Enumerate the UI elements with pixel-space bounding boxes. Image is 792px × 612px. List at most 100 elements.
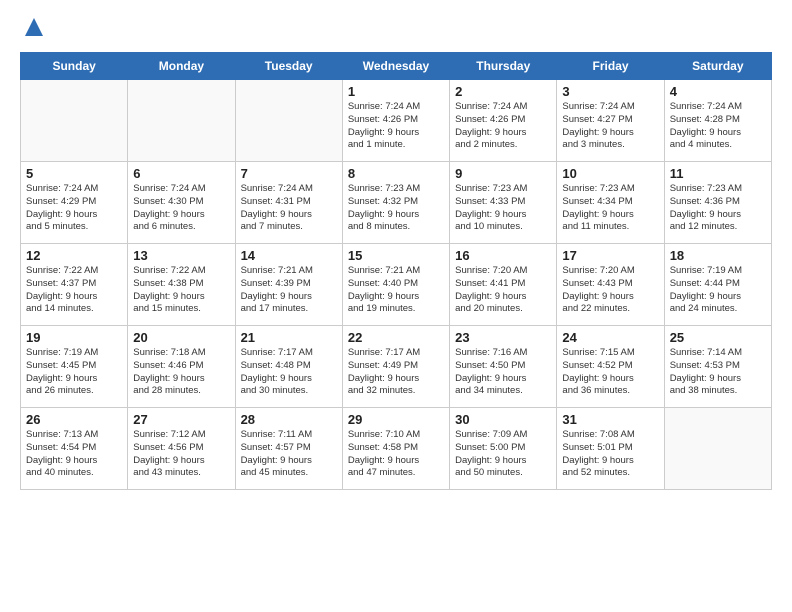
day-number: 5 [26, 166, 122, 181]
day-number: 26 [26, 412, 122, 427]
day-info: Sunrise: 7:09 AM Sunset: 5:00 PM Dayligh… [455, 429, 551, 480]
day-number: 4 [670, 84, 766, 99]
calendar-cell: 14 Sunrise: 7:21 AM Sunset: 4:39 PM Dayli… [235, 244, 342, 326]
day-info: Sunrise: 7:23 AM Sunset: 4:34 PM Dayligh… [562, 183, 658, 234]
day-info: Sunrise: 7:15 AM Sunset: 4:52 PM Dayligh… [562, 347, 658, 398]
day-number: 1 [348, 84, 444, 99]
calendar-cell [664, 408, 771, 490]
day-number: 25 [670, 330, 766, 345]
day-info: Sunrise: 7:24 AM Sunset: 4:26 PM Dayligh… [455, 101, 551, 152]
day-number: 16 [455, 248, 551, 263]
col-friday: Friday [557, 53, 664, 80]
calendar-cell: 4 Sunrise: 7:24 AM Sunset: 4:28 PM Daylig… [664, 80, 771, 162]
page: Sunday Monday Tuesday Wednesday Thursday… [0, 0, 792, 612]
calendar-cell: 7Sunrise: 7:24 AM Sunset: 4:31 PM Daylig… [235, 162, 342, 244]
day-info: Sunrise: 7:24 AM Sunset: 4:29 PM Dayligh… [26, 183, 122, 234]
calendar-cell: 24 Sunrise: 7:15 AM Sunset: 4:52 PM Dayli… [557, 326, 664, 408]
day-info: Sunrise: 7:11 AM Sunset: 4:57 PM Dayligh… [241, 429, 337, 480]
calendar-cell: 11 Sunrise: 7:23 AM Sunset: 4:36 PM Dayli… [664, 162, 771, 244]
logo [20, 16, 45, 40]
day-number: 2 [455, 84, 551, 99]
calendar-cell: 9Sunrise: 7:23 AM Sunset: 4:33 PM Daylig… [450, 162, 557, 244]
calendar-cell: 1 Sunrise: 7:24 AM Sunset: 4:26 PM Daylig… [342, 80, 449, 162]
col-thursday: Thursday [450, 53, 557, 80]
day-info: Sunrise: 7:24 AM Sunset: 4:26 PM Dayligh… [348, 101, 444, 152]
day-number: 10 [562, 166, 658, 181]
day-info: Sunrise: 7:23 AM Sunset: 4:32 PM Dayligh… [348, 183, 444, 234]
day-number: 15 [348, 248, 444, 263]
day-info: Sunrise: 7:21 AM Sunset: 4:40 PM Dayligh… [348, 265, 444, 316]
calendar-cell: 19 Sunrise: 7:19 AM Sunset: 4:45 PM Dayli… [21, 326, 128, 408]
calendar-table: Sunday Monday Tuesday Wednesday Thursday… [20, 52, 772, 490]
day-info: Sunrise: 7:24 AM Sunset: 4:27 PM Dayligh… [562, 101, 658, 152]
calendar-week-3: 12 Sunrise: 7:22 AM Sunset: 4:37 PM Dayli… [21, 244, 772, 326]
day-info: Sunrise: 7:22 AM Sunset: 4:38 PM Dayligh… [133, 265, 229, 316]
calendar-cell: 27 Sunrise: 7:12 AM Sunset: 4:56 PM Dayli… [128, 408, 235, 490]
calendar-cell: 22Sunrise: 7:17 AM Sunset: 4:49 PM Dayli… [342, 326, 449, 408]
calendar-week-4: 19 Sunrise: 7:19 AM Sunset: 4:45 PM Dayli… [21, 326, 772, 408]
col-saturday: Saturday [664, 53, 771, 80]
day-info: Sunrise: 7:13 AM Sunset: 4:54 PM Dayligh… [26, 429, 122, 480]
day-info: Sunrise: 7:14 AM Sunset: 4:53 PM Dayligh… [670, 347, 766, 398]
calendar-cell: 31 Sunrise: 7:08 AM Sunset: 5:01 PM Dayli… [557, 408, 664, 490]
logo-triangle-icon [23, 16, 45, 38]
day-number: 27 [133, 412, 229, 427]
calendar-cell: 21Sunrise: 7:17 AM Sunset: 4:48 PM Dayli… [235, 326, 342, 408]
day-number: 20 [133, 330, 229, 345]
day-info: Sunrise: 7:23 AM Sunset: 4:36 PM Dayligh… [670, 183, 766, 234]
calendar-cell: 25 Sunrise: 7:14 AM Sunset: 4:53 PM Dayli… [664, 326, 771, 408]
day-number: 18 [670, 248, 766, 263]
calendar-cell: 29 Sunrise: 7:10 AM Sunset: 4:58 PM Dayli… [342, 408, 449, 490]
calendar-cell: 2 Sunrise: 7:24 AM Sunset: 4:26 PM Daylig… [450, 80, 557, 162]
day-info: Sunrise: 7:24 AM Sunset: 4:30 PM Dayligh… [133, 183, 229, 234]
header [20, 16, 772, 40]
day-info: Sunrise: 7:24 AM Sunset: 4:28 PM Dayligh… [670, 101, 766, 152]
calendar-cell: 26 Sunrise: 7:13 AM Sunset: 4:54 PM Dayli… [21, 408, 128, 490]
logo-icon [20, 16, 45, 40]
col-tuesday: Tuesday [235, 53, 342, 80]
day-number: 3 [562, 84, 658, 99]
day-info: Sunrise: 7:12 AM Sunset: 4:56 PM Dayligh… [133, 429, 229, 480]
day-number: 23 [455, 330, 551, 345]
calendar-week-5: 26 Sunrise: 7:13 AM Sunset: 4:54 PM Dayli… [21, 408, 772, 490]
day-number: 6 [133, 166, 229, 181]
calendar-cell: 15 Sunrise: 7:21 AM Sunset: 4:40 PM Dayli… [342, 244, 449, 326]
day-number: 8 [348, 166, 444, 181]
day-number: 29 [348, 412, 444, 427]
calendar-cell [128, 80, 235, 162]
day-number: 17 [562, 248, 658, 263]
calendar-cell [235, 80, 342, 162]
col-wednesday: Wednesday [342, 53, 449, 80]
day-number: 14 [241, 248, 337, 263]
calendar-cell: 23Sunrise: 7:16 AM Sunset: 4:50 PM Dayli… [450, 326, 557, 408]
calendar-cell: 20Sunrise: 7:18 AM Sunset: 4:46 PM Dayli… [128, 326, 235, 408]
day-info: Sunrise: 7:21 AM Sunset: 4:39 PM Dayligh… [241, 265, 337, 316]
day-info: Sunrise: 7:10 AM Sunset: 4:58 PM Dayligh… [348, 429, 444, 480]
calendar-week-1: 1 Sunrise: 7:24 AM Sunset: 4:26 PM Daylig… [21, 80, 772, 162]
day-number: 28 [241, 412, 337, 427]
day-number: 11 [670, 166, 766, 181]
calendar-cell: 30 Sunrise: 7:09 AM Sunset: 5:00 PM Dayli… [450, 408, 557, 490]
calendar-cell: 18 Sunrise: 7:19 AM Sunset: 4:44 PM Dayli… [664, 244, 771, 326]
calendar-header-row: Sunday Monday Tuesday Wednesday Thursday… [21, 53, 772, 80]
calendar-cell: 12 Sunrise: 7:22 AM Sunset: 4:37 PM Dayli… [21, 244, 128, 326]
day-number: 12 [26, 248, 122, 263]
col-sunday: Sunday [21, 53, 128, 80]
day-number: 31 [562, 412, 658, 427]
calendar-cell: 8 Sunrise: 7:23 AM Sunset: 4:32 PM Daylig… [342, 162, 449, 244]
day-number: 19 [26, 330, 122, 345]
calendar-cell: 16Sunrise: 7:20 AM Sunset: 4:41 PM Dayli… [450, 244, 557, 326]
day-info: Sunrise: 7:19 AM Sunset: 4:45 PM Dayligh… [26, 347, 122, 398]
day-number: 22 [348, 330, 444, 345]
day-number: 24 [562, 330, 658, 345]
day-info: Sunrise: 7:08 AM Sunset: 5:01 PM Dayligh… [562, 429, 658, 480]
day-info: Sunrise: 7:22 AM Sunset: 4:37 PM Dayligh… [26, 265, 122, 316]
day-info: Sunrise: 7:24 AM Sunset: 4:31 PM Dayligh… [241, 183, 337, 234]
day-info: Sunrise: 7:19 AM Sunset: 4:44 PM Dayligh… [670, 265, 766, 316]
day-number: 30 [455, 412, 551, 427]
day-info: Sunrise: 7:17 AM Sunset: 4:48 PM Dayligh… [241, 347, 337, 398]
calendar-cell [21, 80, 128, 162]
calendar-cell: 3 Sunrise: 7:24 AM Sunset: 4:27 PM Daylig… [557, 80, 664, 162]
day-number: 9 [455, 166, 551, 181]
calendar-cell: 10 Sunrise: 7:23 AM Sunset: 4:34 PM Dayli… [557, 162, 664, 244]
